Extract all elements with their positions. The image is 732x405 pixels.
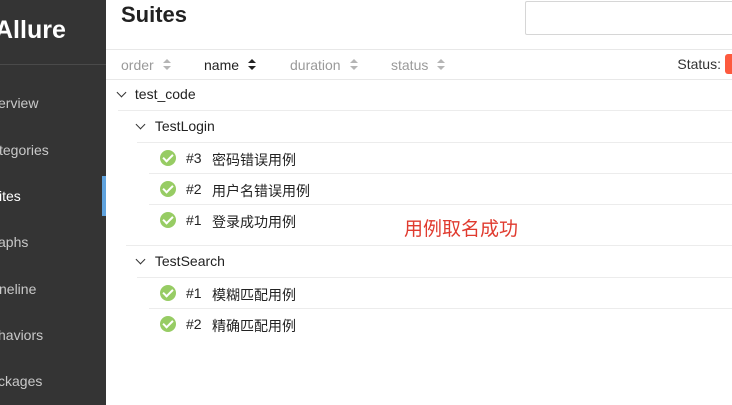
case-number: #2 (186, 181, 202, 197)
tree-group-testlogin[interactable]: TestLogin (137, 118, 215, 134)
row-divider (149, 204, 732, 205)
sidebar-item-label: ckages (0, 373, 43, 389)
column-status[interactable]: status (391, 56, 446, 73)
passed-icon (160, 150, 176, 166)
column-label: duration (290, 57, 341, 73)
tree-group-label: TestLogin (154, 118, 215, 134)
sort-icon (436, 58, 446, 72)
column-header-row: order name duration status Status: (106, 49, 732, 80)
app-logo[interactable]: Allure (0, 10, 106, 50)
column-duration[interactable]: duration (290, 56, 359, 73)
case-number: #1 (186, 285, 202, 301)
page-title: Suites (121, 2, 188, 27)
search-input[interactable] (525, 1, 732, 35)
sort-icon (162, 58, 172, 72)
column-order[interactable]: order (121, 56, 172, 73)
sidebar: Allure erview tegories ites aphs neline … (0, 0, 106, 405)
sidebar-item-label: ites (0, 188, 21, 204)
column-label: order (121, 57, 154, 73)
row-divider (149, 173, 732, 174)
case-name: 密码错误用例 (212, 152, 296, 168)
chevron-down-icon (118, 91, 126, 99)
main-panel: Suites order name duration status Status… (106, 0, 732, 405)
tree-group-testsearch[interactable]: TestSearch (137, 253, 225, 269)
sidebar-item-label: erview (0, 95, 39, 111)
status-filter-badge[interactable] (725, 54, 732, 74)
row-divider (126, 245, 732, 246)
chevron-down-icon (137, 258, 145, 266)
case-name: 登录成功用例 (212, 214, 296, 230)
column-label: name (204, 57, 240, 73)
case-number: #1 (186, 212, 202, 228)
sidebar-item-label: neline (0, 281, 37, 297)
column-name[interactable]: name (204, 56, 257, 73)
status-filter-label: Status: (677, 56, 721, 72)
sidebar-item-label: tegories (0, 142, 49, 158)
sidebar-item-suites[interactable]: ites (0, 176, 106, 216)
sidebar-item-timeline[interactable]: neline (0, 269, 106, 309)
case-number: #2 (186, 316, 202, 332)
row-divider (149, 308, 732, 309)
sidebar-item-packages[interactable]: ckages (0, 361, 106, 401)
tree-root-label: test_code (134, 86, 196, 102)
case-name: 用户名错误用例 (212, 183, 310, 199)
sidebar-item-overview[interactable]: erview (0, 83, 106, 123)
sort-icon (349, 58, 359, 72)
case-name: 精确匹配用例 (212, 318, 296, 334)
sort-icon (247, 58, 257, 72)
sidebar-item-behaviors[interactable]: haviors (0, 315, 106, 355)
case-number: #3 (186, 150, 202, 166)
sidebar-item-label: aphs (0, 234, 29, 250)
row-divider (137, 142, 732, 143)
tree-root[interactable]: test_code (118, 86, 196, 102)
tree-group-label: TestSearch (154, 253, 225, 269)
chevron-down-icon (137, 123, 145, 131)
row-divider (137, 277, 732, 278)
annotation-text: 用例取名成功 (404, 218, 519, 240)
passed-icon (160, 212, 176, 228)
passed-icon (160, 285, 176, 301)
column-label: status (391, 57, 429, 73)
sidebar-item-label: haviors (0, 327, 44, 343)
sidebar-item-graphs[interactable]: aphs (0, 222, 106, 262)
sidebar-item-categories[interactable]: tegories (0, 130, 106, 170)
passed-icon (160, 316, 176, 332)
case-name: 模糊匹配用例 (212, 287, 296, 303)
sidebar-divider (0, 64, 106, 65)
row-divider (118, 110, 732, 111)
passed-icon (160, 181, 176, 197)
